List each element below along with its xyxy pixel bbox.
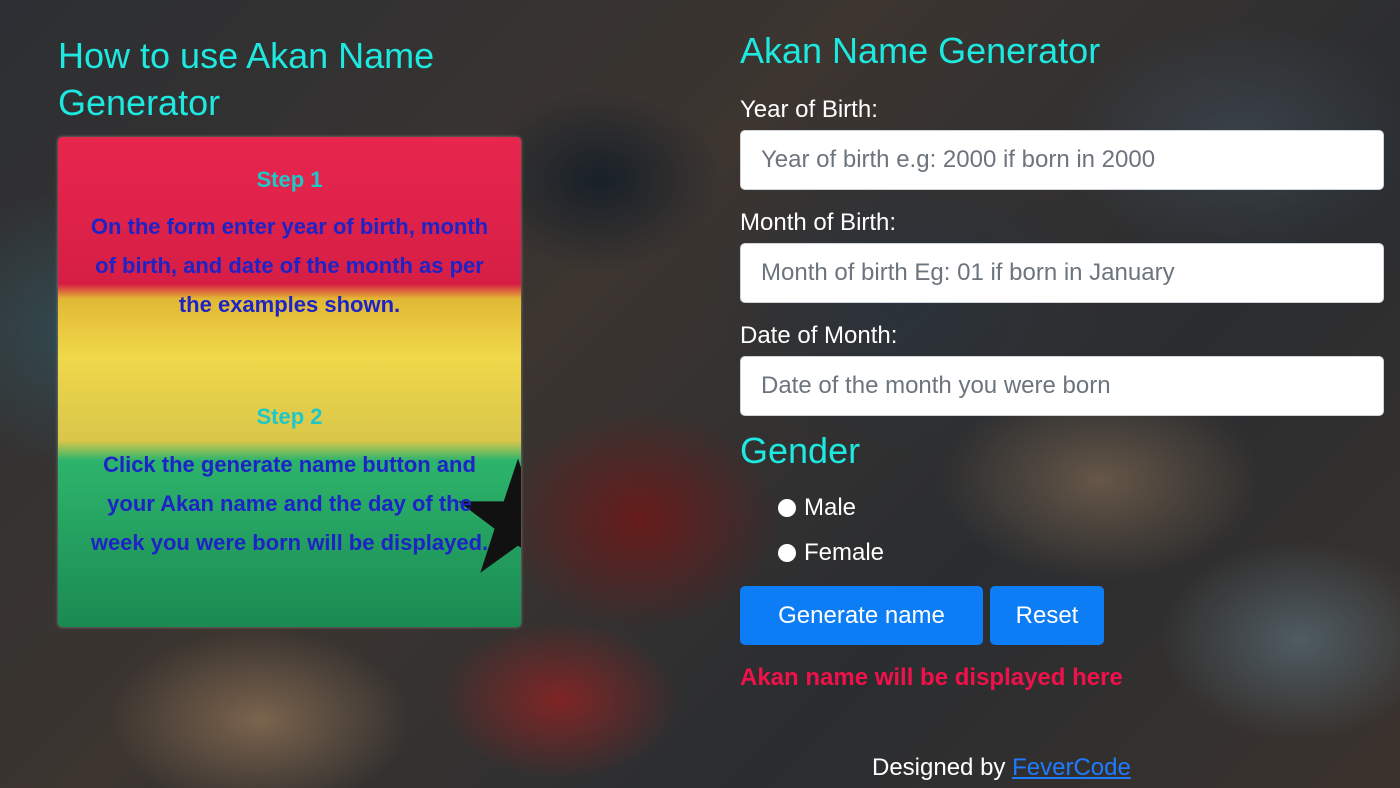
gender-option-female[interactable]: Female (778, 539, 884, 567)
step2-text: Click the generate name button and your … (90, 452, 489, 555)
gender-label-male: Male (804, 494, 857, 521)
step1-text: On the form enter year of birth, month o… (90, 214, 489, 317)
footer: Designed by FeverCode (872, 754, 1131, 782)
result-text: Akan name will be displayed here (740, 664, 1123, 691)
radio-icon[interactable] (778, 544, 796, 562)
instructions-card: Step 1 On the form enter year of birth, … (58, 137, 521, 627)
month-label: Month of Birth: (740, 209, 897, 236)
step1-heading: Step 1 (256, 167, 323, 192)
generate-name-button[interactable]: Generate name (740, 586, 983, 645)
date-label: Date of Month: (740, 322, 898, 349)
reset-button[interactable]: Reset (990, 586, 1104, 645)
how-to-title: How to use Akan Name Generator (58, 35, 435, 123)
radio-icon[interactable] (778, 499, 796, 517)
step2-heading: Step 2 (256, 404, 323, 429)
form-title: Akan Name Generator (740, 30, 1101, 71)
year-input[interactable] (740, 130, 1384, 190)
year-label: Year of Birth: (740, 96, 878, 123)
month-input[interactable] (740, 243, 1384, 303)
gender-option-male[interactable]: Male (778, 494, 856, 522)
footer-prefix: Designed by (872, 754, 1006, 781)
gender-label-female: Female (804, 539, 885, 566)
fevercode-link[interactable]: FeverCode (1012, 754, 1131, 781)
date-input[interactable] (740, 356, 1384, 416)
gender-title: Gender (740, 430, 861, 471)
